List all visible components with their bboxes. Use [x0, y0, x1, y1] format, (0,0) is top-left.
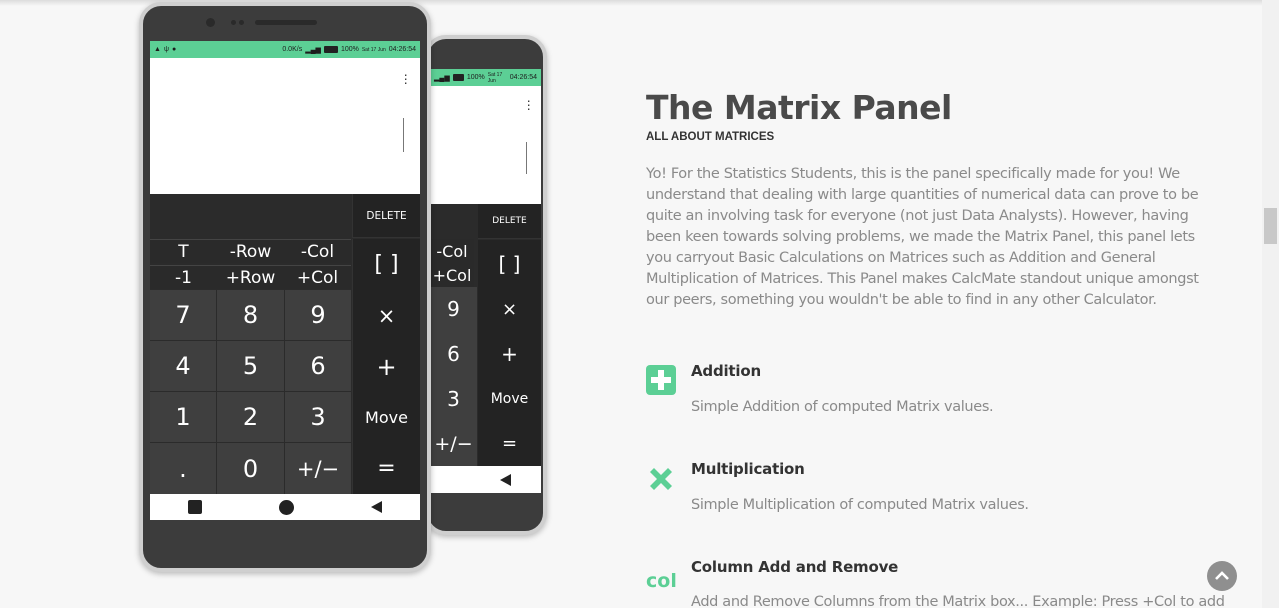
display-area: · · ·	[150, 58, 420, 194]
earpiece	[255, 20, 317, 25]
key-6[interactable]: 6	[285, 341, 351, 391]
col-text-icon: col	[646, 570, 677, 592]
status-bar: ▂▄▆ 100% Sat 17 Jun 04:26:54	[430, 69, 541, 86]
key-3[interactable]: 3	[285, 392, 351, 442]
key-8[interactable]: 8	[217, 290, 284, 340]
phone-mockup-back: ▂▄▆ 100% Sat 17 Jun 04:26:54 · · · -Col +C…	[424, 35, 547, 535]
status-date: Sat 17 Jun	[361, 46, 386, 53]
notification-icon: ●	[171, 46, 177, 53]
warning-icon: ▲	[154, 46, 161, 53]
section-title: The Matrix Panel	[646, 88, 952, 127]
key-plus-minus[interactable]: +/−	[430, 421, 477, 466]
key-2[interactable]: 2	[217, 392, 284, 442]
feature-title-addition: Addition	[691, 362, 761, 380]
key-move[interactable]: Move	[352, 392, 420, 443]
feature-title-multiplication: Multiplication	[691, 460, 805, 478]
phone-back-screen: ▂▄▆ 100% Sat 17 Jun 04:26:54 · · · -Col +C…	[430, 69, 541, 493]
key-0[interactable]: 0	[217, 443, 284, 494]
battery-level: 100%	[340, 46, 359, 53]
key-plus-col[interactable]: +Col	[284, 265, 351, 289]
key-9[interactable]: 9	[430, 287, 477, 331]
signal-icon: ▂▄▆	[434, 74, 450, 82]
key-equals[interactable]: =	[478, 421, 541, 466]
feature-desc-multiplication: Simple Multiplication of computed Matrix…	[691, 497, 1029, 513]
sensor-dot	[239, 20, 244, 25]
key-add[interactable]: +	[352, 341, 420, 392]
key-9[interactable]: 9	[285, 290, 351, 340]
key-minus-col[interactable]: -Col	[284, 239, 351, 263]
key-7[interactable]: 7	[150, 290, 216, 340]
key-plus-col[interactable]: +Col	[430, 263, 474, 287]
key-3[interactable]: 3	[430, 376, 477, 421]
status-time: 04:26:54	[509, 74, 537, 81]
key-matrix-brackets[interactable]: [ ]	[478, 240, 541, 287]
signal-icon: ▂▄▆	[305, 46, 321, 54]
key-minus-col[interactable]: -Col	[430, 239, 474, 263]
overflow-menu-icon: · · ·	[526, 92, 531, 116]
key-add[interactable]: +	[478, 331, 541, 376]
key-1[interactable]: 1	[150, 392, 216, 442]
key-multiply[interactable]: ×	[352, 290, 420, 341]
key-6[interactable]: 6	[430, 331, 477, 376]
nav-bar	[150, 494, 420, 520]
phone-mockup-front: ▲ ψ ● 0.0K/s ▂▄▆ 100% Sat 17 Jun 04:26:5…	[139, 2, 431, 572]
home-icon[interactable]	[278, 499, 294, 515]
key-multiply[interactable]: ×	[478, 287, 541, 331]
key-equals[interactable]: =	[352, 443, 420, 494]
feature-desc-column: Add and Remove Columns from the Matrix b…	[691, 594, 1225, 608]
key-plus-row[interactable]: +Row	[217, 265, 284, 289]
section-description: Yo! For the Statistics Students, this is…	[646, 166, 1199, 308]
input-cursor	[403, 118, 404, 152]
delete-button[interactable]: DELETE	[352, 194, 420, 238]
battery-icon	[452, 74, 464, 81]
input-cursor	[526, 142, 527, 174]
page-scrollbar[interactable]	[1262, 0, 1279, 608]
key-matrix-brackets[interactable]: [ ]	[352, 239, 420, 290]
key-transpose[interactable]: T	[150, 239, 217, 263]
key-4[interactable]: 4	[150, 341, 216, 391]
status-bar: ▲ ψ ● 0.0K/s ▂▄▆ 100% Sat 17 Jun 04:26:5…	[150, 41, 420, 58]
chevron-up-icon	[1215, 571, 1229, 580]
usb-icon: ψ	[163, 46, 169, 53]
key-minus-row[interactable]: -Row	[217, 239, 284, 263]
feature-title-column: Column Add and Remove	[691, 558, 899, 576]
delete-button[interactable]: DELETE	[478, 204, 541, 239]
key-move[interactable]: Move	[478, 376, 541, 421]
keypad: T -Row -Col -1 +Row +Col 7 8 9 4 5 6 1 2…	[150, 194, 420, 494]
feature-desc-addition: Simple Addition of computed Matrix value…	[691, 399, 994, 415]
key-decimal[interactable]: .	[150, 443, 216, 494]
key-inverse[interactable]: -1	[150, 265, 217, 289]
front-camera	[206, 18, 215, 27]
back-nav-icon[interactable]	[370, 501, 382, 513]
back-nav-icon[interactable]	[500, 473, 511, 486]
status-time: 04:26:54	[388, 46, 416, 53]
phone-front-screen: ▲ ψ ● 0.0K/s ▂▄▆ 100% Sat 17 Jun 04:26:5…	[150, 41, 420, 520]
plus-square-icon	[646, 365, 676, 395]
status-date: Sat 17 Jun	[487, 71, 503, 84]
network-speed: 0.0K/s	[282, 46, 303, 53]
overflow-menu-icon[interactable]: · · ·	[403, 67, 408, 89]
keypad: -Col +Col 9 6 3 +/− DELETE [ ] × + Move …	[430, 204, 541, 466]
nav-bar	[430, 466, 541, 493]
key-5[interactable]: 5	[217, 341, 284, 391]
scrollbar-thumb[interactable]	[1264, 208, 1277, 244]
back-to-top-button[interactable]	[1207, 561, 1237, 591]
cross-icon	[646, 464, 676, 494]
battery-icon	[323, 46, 338, 53]
key-plus-minus[interactable]: +/−	[285, 443, 351, 494]
sensor-dot	[231, 20, 236, 25]
section-subtitle: ALL ABOUT MATRICES	[646, 131, 775, 143]
recent-apps-icon[interactable]	[188, 500, 203, 514]
battery-level: 100%	[466, 74, 485, 81]
display-area: · · ·	[430, 86, 541, 204]
